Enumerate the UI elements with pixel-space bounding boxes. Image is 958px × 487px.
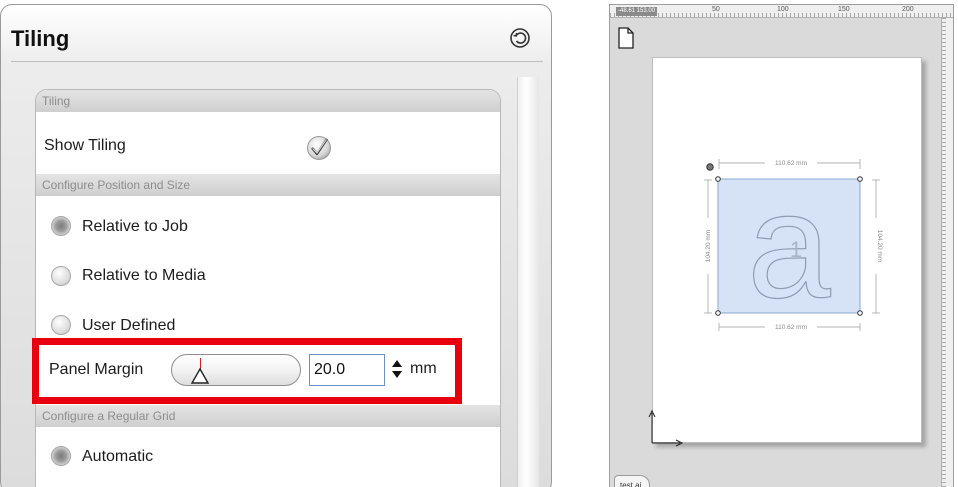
section-header-regular-grid: Configure a Regular Grid xyxy=(36,405,500,427)
handle xyxy=(857,310,863,316)
panel-scrollbar[interactable] xyxy=(517,77,539,487)
tiling-settings-group: Tiling Show Tiling Configure Position an… xyxy=(35,89,501,487)
origin-axes-icon xyxy=(648,409,684,447)
panel-title: Tiling xyxy=(11,26,70,51)
checkmark-icon[interactable] xyxy=(306,135,332,161)
radio-relative-to-media[interactable] xyxy=(51,266,71,286)
radio-relative-to-job[interactable] xyxy=(51,216,71,236)
tiling-panel: Tiling Tiling Show Tiling Configure Posi… xyxy=(0,4,552,487)
relative-to-media-label[interactable]: Relative to Media xyxy=(82,267,206,285)
relative-to-job-label[interactable]: Relative to Job xyxy=(82,218,188,236)
automatic-label[interactable]: Automatic xyxy=(82,448,153,466)
canvas-view[interactable]: -48.61 153.00 50 100 150 200 a 1 110.62 … xyxy=(609,4,954,487)
dimension-width-bottom: 110.62 mm xyxy=(775,324,807,331)
section-header-position-size: Configure Position and Size xyxy=(36,174,500,196)
dimension-height-right: 104.20 mm xyxy=(876,230,883,263)
highlight-box xyxy=(32,338,462,404)
reset-icon[interactable] xyxy=(509,27,531,49)
show-tiling-label: Show Tiling xyxy=(44,137,126,154)
title-divider xyxy=(11,61,543,62)
rotate-handle xyxy=(706,163,714,171)
handle xyxy=(715,176,721,182)
radio-user-defined[interactable] xyxy=(51,315,71,335)
artwork-layer: a 1 110.62 mm 110.62 mm 104.20 mm 104.20… xyxy=(648,158,883,447)
handle xyxy=(857,176,863,182)
section-header-tiling: Tiling xyxy=(36,90,500,112)
file-tab[interactable]: test.ai xyxy=(614,475,650,487)
tile-number: 1 xyxy=(790,237,802,262)
dimension-height-left: 104.20 mm xyxy=(705,230,712,263)
radio-automatic[interactable] xyxy=(51,446,71,466)
user-defined-label[interactable]: User Defined xyxy=(82,317,175,335)
dimension-width-top: 110.62 mm xyxy=(775,160,807,167)
handle xyxy=(715,310,721,316)
